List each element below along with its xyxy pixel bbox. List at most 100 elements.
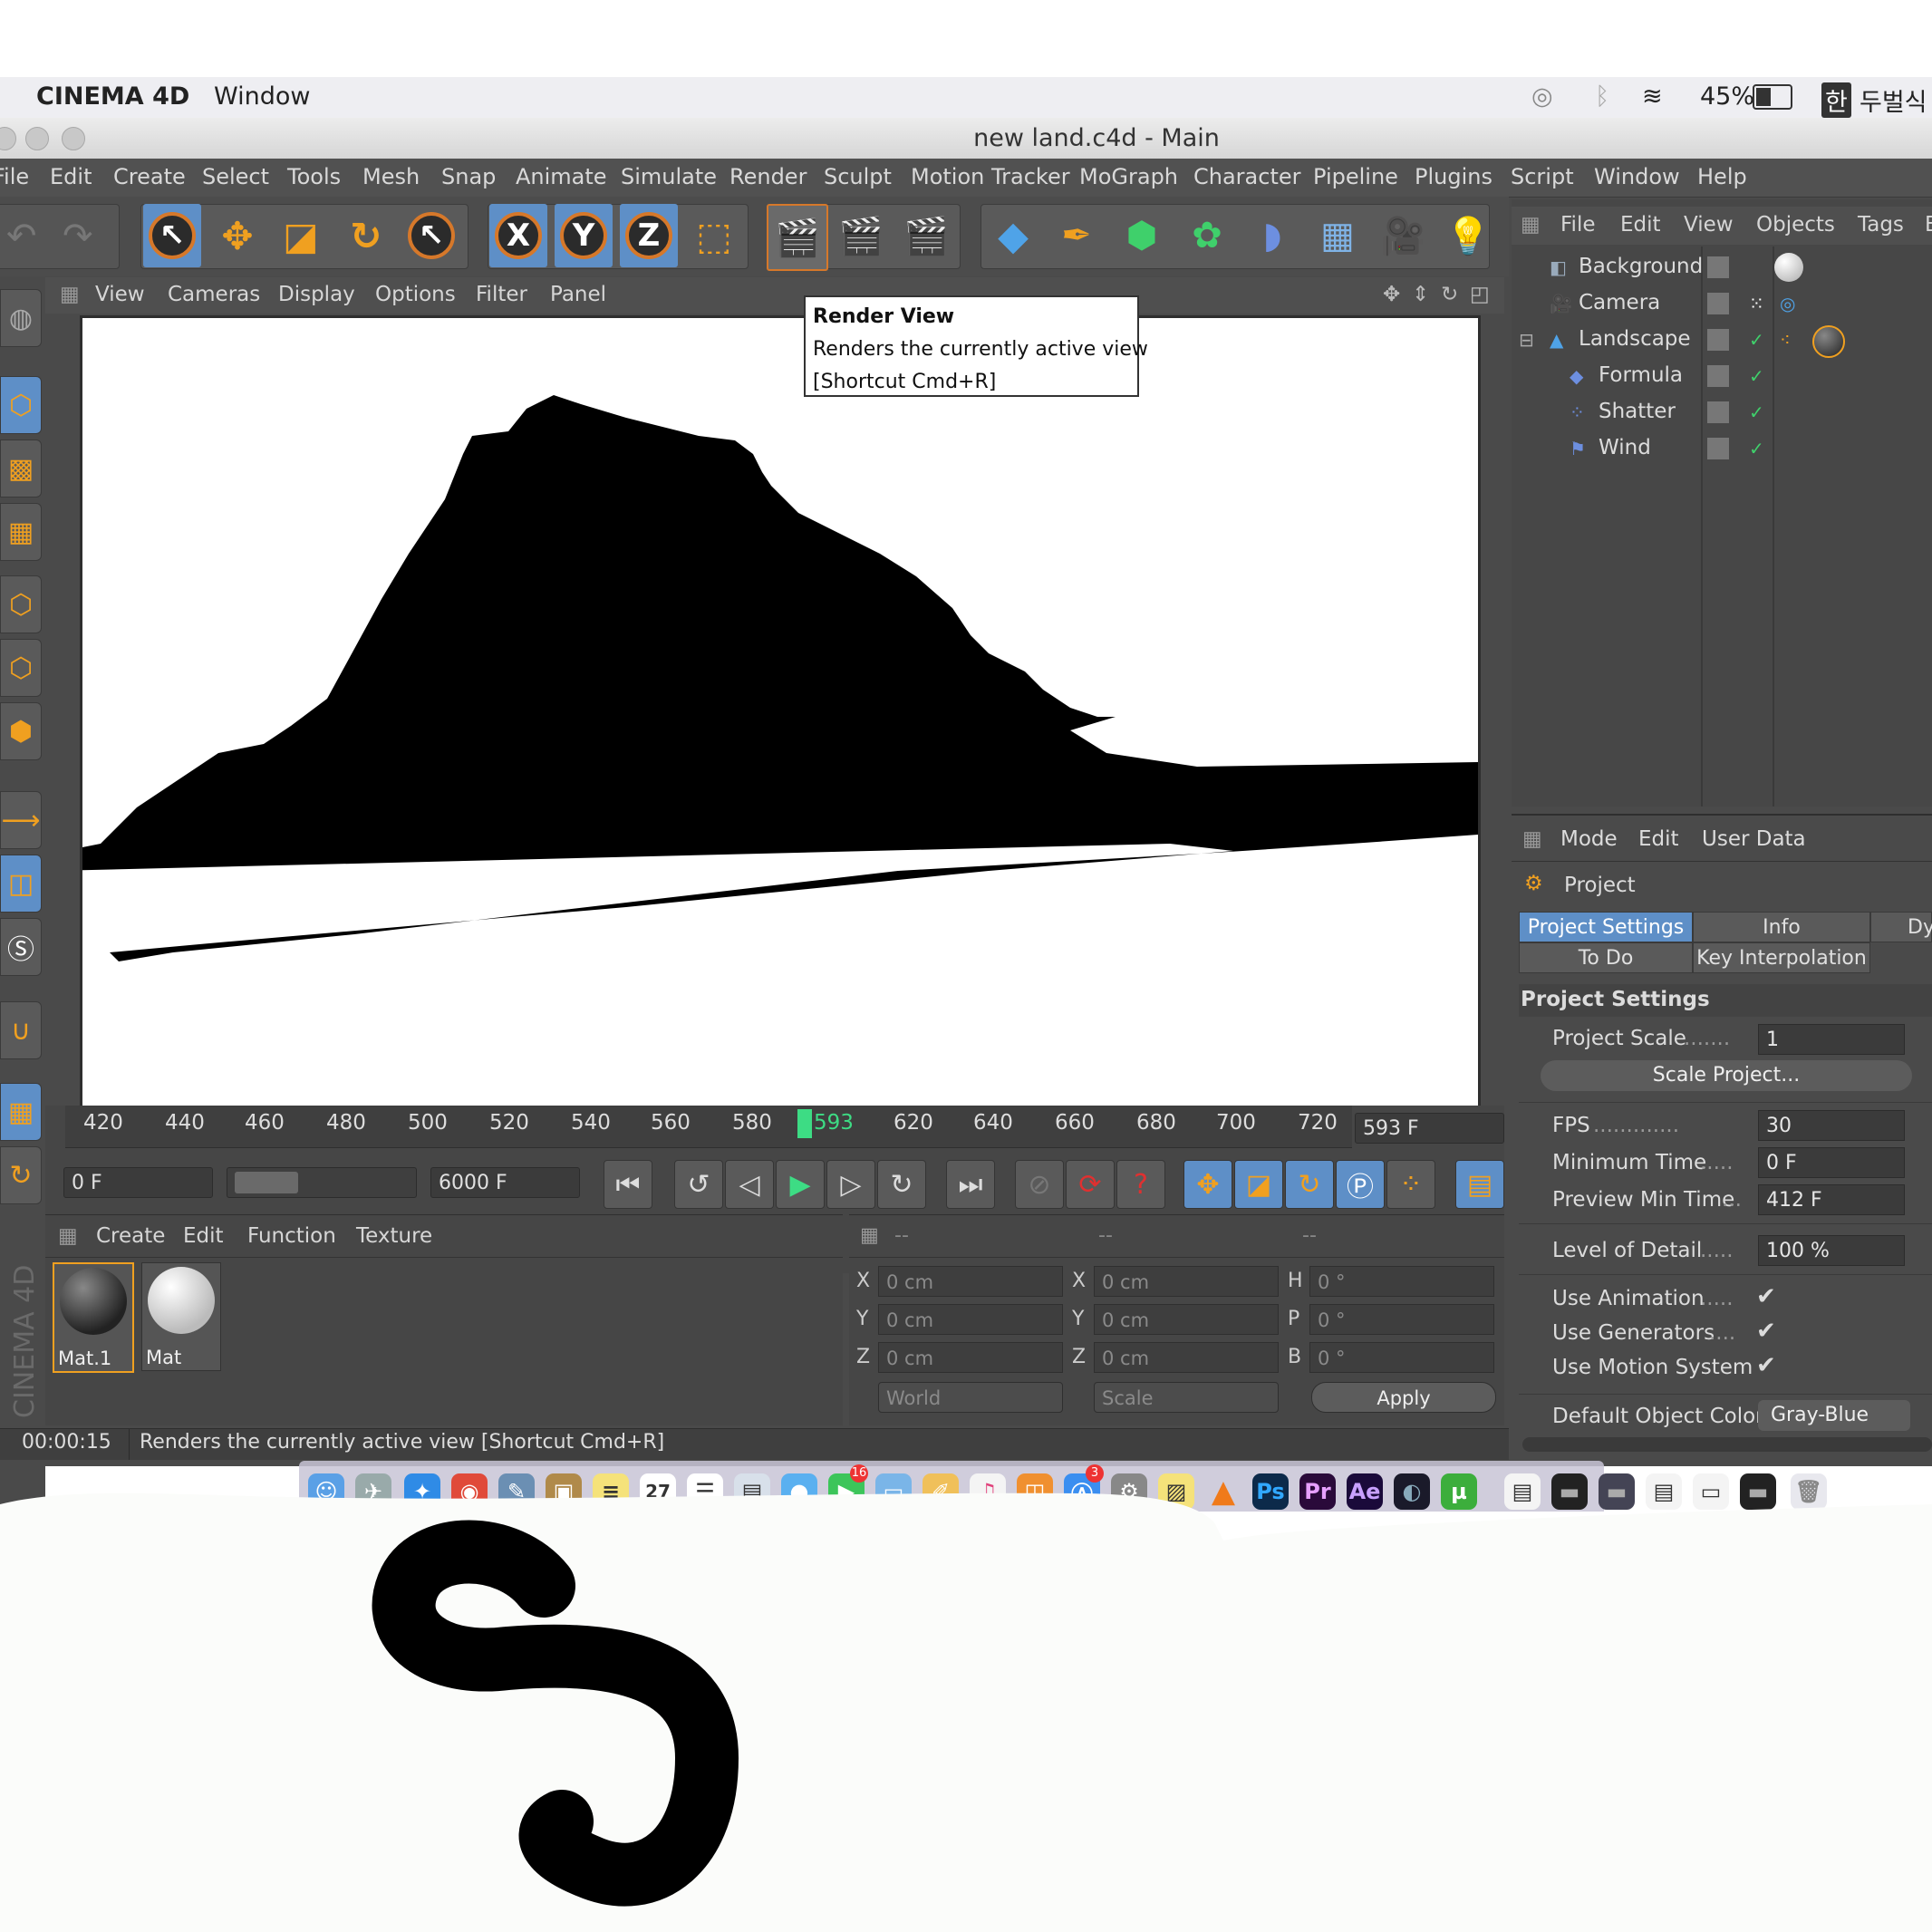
material-swatch-mat[interactable]: Mat: [141, 1262, 221, 1371]
objmenu-bookmarks[interactable]: B: [1925, 213, 1932, 237]
tag-dots-icon[interactable]: ⁖: [1780, 329, 1802, 351]
rotate-tool-button[interactable]: ↻: [337, 204, 395, 267]
redo-icon[interactable]: ↷: [63, 216, 93, 257]
axis-mode-button[interactable]: ⟶: [0, 791, 42, 849]
visibility-toggle-icon[interactable]: [1707, 365, 1729, 387]
horizontal-scrollbar[interactable]: [1522, 1437, 1932, 1452]
cloner-button[interactable]: ✿: [1178, 204, 1236, 267]
coordinate-system-button[interactable]: ⬚: [685, 204, 743, 267]
viewport-maximize-icon[interactable]: ◰: [1470, 283, 1490, 306]
menu-plugins[interactable]: Plugins: [1415, 164, 1492, 189]
visibility-toggle-icon[interactable]: [1707, 256, 1729, 278]
go-to-start-button[interactable]: ⏮: [604, 1160, 652, 1209]
tag-cross-icon[interactable]: ⁙: [1749, 293, 1771, 314]
objmenu-tags[interactable]: Tags: [1858, 213, 1904, 237]
x-axis-button[interactable]: X: [489, 204, 547, 267]
play-button[interactable]: ▶: [776, 1160, 825, 1209]
material-tag-icon[interactable]: [1774, 253, 1803, 282]
attr-menu-user-data[interactable]: User Data: [1702, 827, 1806, 851]
cube-button[interactable]: ◆: [984, 204, 1042, 267]
enabled-check-icon[interactable]: ✓: [1749, 365, 1771, 387]
window-menu[interactable]: Window: [214, 82, 310, 111]
viewport-menu-cameras[interactable]: Cameras: [168, 283, 260, 306]
object-row-camera[interactable]: 🎥 Camera ⁙ ◎: [1512, 285, 1932, 322]
previous-key-button[interactable]: ↺: [674, 1160, 723, 1209]
material-grip-icon[interactable]: ▦: [58, 1224, 78, 1248]
objmenu-objects[interactable]: Objects: [1756, 213, 1835, 237]
preview-range-slider[interactable]: [227, 1167, 417, 1198]
menu-select[interactable]: Select: [202, 164, 269, 189]
tweak-mode-button[interactable]: ◫: [0, 855, 42, 913]
bluetooth-icon[interactable]: ᛒ: [1595, 82, 1609, 111]
material-menu-texture[interactable]: Texture: [356, 1224, 432, 1248]
use-generators-checkbox[interactable]: ✔: [1756, 1318, 1776, 1345]
apply-button[interactable]: Apply: [1311, 1382, 1496, 1413]
coordinate-space-select[interactable]: World: [878, 1382, 1063, 1413]
viewport-rotate-icon[interactable]: ↻: [1441, 283, 1458, 306]
points-mode-button[interactable]: ⬡: [0, 575, 42, 633]
menu-pipeline[interactable]: Pipeline: [1313, 164, 1398, 189]
battery-icon[interactable]: [1753, 84, 1792, 110]
objmenu-view[interactable]: View: [1684, 213, 1734, 237]
viewport-grip-icon[interactable]: ▦: [60, 283, 80, 306]
edges-mode-button[interactable]: ⬡: [0, 639, 42, 697]
start-frame-field[interactable]: 0 F: [63, 1167, 213, 1198]
object-row-landscape[interactable]: ⊟ ▲ Landscape ✓ ⁖: [1512, 322, 1932, 358]
menu-script[interactable]: Script: [1511, 164, 1574, 189]
object-grip-icon[interactable]: ▦: [1521, 213, 1541, 237]
menu-tools[interactable]: Tools: [287, 164, 341, 189]
next-frame-button[interactable]: ▷: [826, 1160, 875, 1209]
visibility-toggle-icon[interactable]: [1707, 329, 1729, 351]
render-view-button[interactable]: 🎬: [767, 204, 828, 271]
texture-mode-button[interactable]: ▩: [0, 440, 42, 497]
model-button[interactable]: ⬡: [0, 376, 42, 434]
record-active-button[interactable]: ⟳: [1066, 1160, 1115, 1209]
previous-frame-button[interactable]: ◁: [725, 1160, 774, 1209]
size-z-field[interactable]: 0 cm: [1094, 1342, 1279, 1373]
tab-dynamics[interactable]: Dy: [1870, 912, 1932, 942]
scale-tool-button[interactable]: ◪: [272, 204, 330, 267]
objmenu-file[interactable]: File: [1560, 213, 1596, 237]
material-menu-function[interactable]: Function: [247, 1224, 336, 1248]
viewport-menu-options[interactable]: Options: [375, 283, 456, 306]
go-to-end-button[interactable]: ⏭: [946, 1160, 995, 1209]
z-axis-button[interactable]: Z: [620, 204, 678, 267]
fps-field[interactable]: 30: [1758, 1110, 1905, 1141]
position-x-field[interactable]: 0 cm: [878, 1266, 1063, 1297]
coord-grip-icon[interactable]: ▦: [860, 1224, 879, 1247]
level-of-detail-field[interactable]: 100 %: [1758, 1235, 1905, 1266]
size-y-field[interactable]: 0 cm: [1094, 1304, 1279, 1335]
visibility-toggle-icon[interactable]: [1707, 293, 1729, 314]
enabled-check-icon[interactable]: ✓: [1749, 438, 1771, 459]
viewport-menu-view[interactable]: View: [95, 283, 145, 306]
next-key-button[interactable]: ↻: [877, 1160, 926, 1209]
undo-icon[interactable]: ↶: [6, 216, 37, 257]
attr-menu-edit[interactable]: Edit: [1638, 827, 1679, 851]
key-pla-button[interactable]: ⁘: [1386, 1160, 1435, 1209]
camera-button[interactable]: 🎥: [1374, 204, 1432, 267]
current-frame-field[interactable]: 593 F: [1355, 1113, 1504, 1144]
scale-project-button[interactable]: Scale Project...: [1541, 1060, 1912, 1091]
object-row-shatter[interactable]: ⁘ Shatter ✓: [1512, 394, 1932, 430]
input-source-label[interactable]: 두벌식: [1860, 82, 1927, 118]
menu-mograph[interactable]: MoGraph: [1079, 164, 1178, 189]
light-button[interactable]: 💡: [1439, 204, 1497, 267]
motion-record-button[interactable]: ⊘: [1015, 1160, 1064, 1209]
object-row-wind[interactable]: ⚑ Wind ✓: [1512, 430, 1932, 467]
enabled-check-icon[interactable]: ✓: [1749, 401, 1771, 423]
y-axis-button[interactable]: Y: [555, 204, 613, 267]
creative-cloud-icon[interactable]: ◎: [1531, 82, 1553, 111]
menu-character[interactable]: Character: [1193, 164, 1301, 189]
tab-project-settings[interactable]: Project Settings: [1519, 912, 1693, 942]
floor-button[interactable]: ▦: [1309, 204, 1367, 267]
minimum-time-field[interactable]: 0 F: [1758, 1147, 1905, 1178]
menu-snap[interactable]: Snap: [441, 164, 496, 189]
workplane-button[interactable]: ▦: [0, 503, 42, 561]
menu-create[interactable]: Create: [113, 164, 186, 189]
size-x-field[interactable]: 0 cm: [1094, 1266, 1279, 1297]
object-row-background[interactable]: ◧ Background: [1512, 249, 1932, 285]
planar-workplane-button[interactable]: ↻: [0, 1146, 42, 1204]
solo-button[interactable]: Ⓢ: [0, 918, 42, 976]
live-selection-button[interactable]: ↖: [143, 204, 201, 267]
target-tag-icon[interactable]: ◎: [1780, 293, 1802, 314]
